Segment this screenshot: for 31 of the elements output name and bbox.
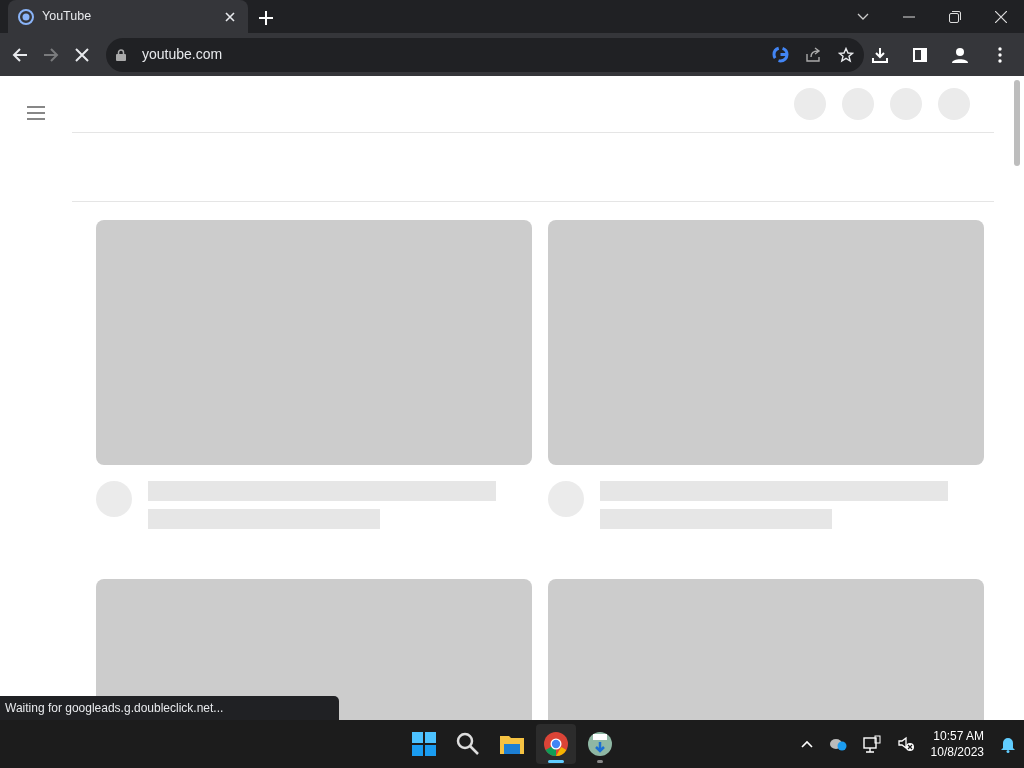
more-vertical-icon (998, 46, 1002, 63)
forward-arrow-icon (43, 46, 59, 63)
browser-tab[interactable]: YouTube (8, 0, 248, 33)
google-logo-icon[interactable] (772, 46, 789, 63)
bell-icon[interactable] (1000, 735, 1016, 753)
globe-icon (18, 8, 34, 25)
download-icon (872, 46, 888, 63)
close-icon (75, 47, 90, 62)
network-icon[interactable] (862, 735, 881, 753)
chevron-up-icon[interactable] (800, 740, 813, 748)
address-bar[interactable]: youtube.com (106, 37, 864, 72)
restore-icon[interactable] (949, 10, 961, 23)
close-icon[interactable] (995, 10, 1007, 23)
speaker-muted-icon[interactable] (896, 735, 915, 753)
installer-disc-icon (586, 730, 614, 758)
chevron-down-icon[interactable] (856, 11, 870, 22)
person-icon (951, 45, 969, 64)
clock[interactable]: 10:57 AM 10/8/2023 (930, 728, 984, 760)
status-bubble: Waiting for googleads.g.doubleclick.net... (0, 696, 339, 720)
windows-logo-icon (410, 730, 438, 758)
minimize-icon[interactable] (903, 15, 915, 18)
lock-icon (116, 48, 126, 61)
share-icon[interactable] (805, 46, 822, 63)
side-panel-icon (913, 47, 927, 62)
scrollbar-thumb[interactable] (1014, 80, 1020, 166)
star-icon[interactable] (838, 46, 854, 63)
chrome-icon (542, 730, 570, 758)
back-arrow-icon (11, 46, 28, 63)
taskbar-app-button[interactable] (536, 724, 576, 764)
menu-icon[interactable] (27, 105, 45, 120)
cloud-info-icon[interactable] (828, 737, 847, 751)
